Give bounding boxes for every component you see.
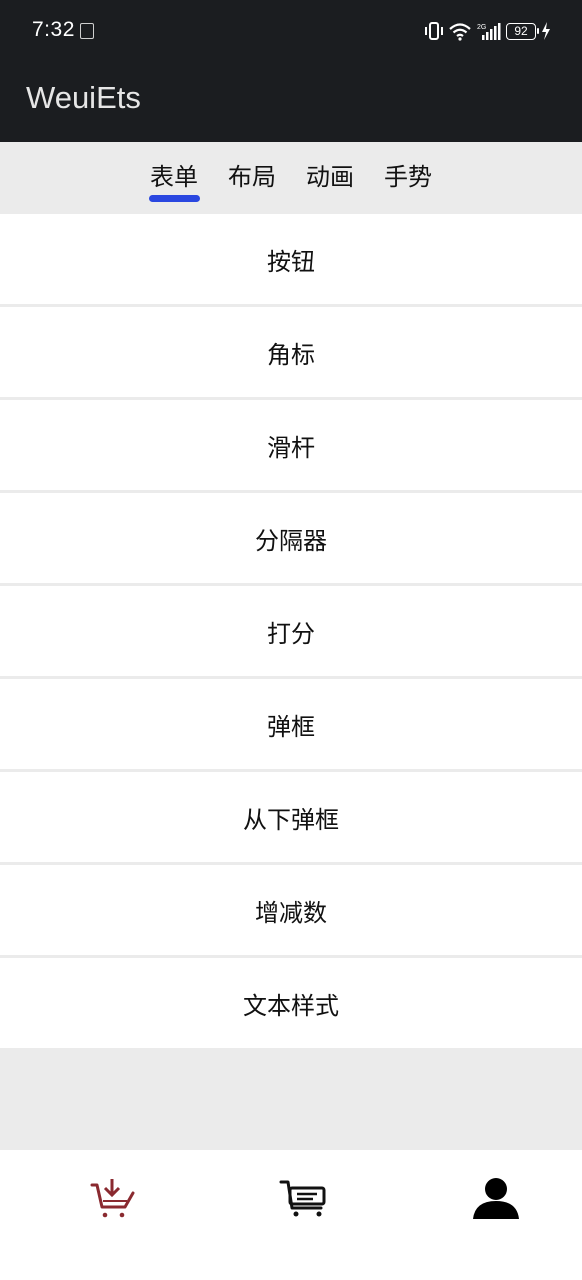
wifi-icon: [449, 23, 471, 41]
charging-icon: [542, 22, 550, 40]
status-bar: 7:32 2G 92: [0, 0, 582, 62]
menu-item-bottom-sheet[interactable]: 从下弹框: [0, 772, 582, 862]
app-bar: WeuiEts: [0, 62, 582, 142]
menu-item-button[interactable]: 按钮: [0, 214, 582, 304]
nav-home-button[interactable]: [86, 1172, 138, 1224]
basket-download-icon: [90, 1179, 135, 1218]
bottom-nav: [0, 1150, 582, 1280]
menu-item-stepper[interactable]: 增减数: [0, 865, 582, 955]
app-title: WeuiEts: [26, 80, 141, 115]
signal-icon: 2G: [477, 23, 501, 40]
status-icons: 2G 92: [424, 18, 552, 44]
tab-label: 表单: [150, 163, 198, 191]
tab-animation[interactable]: 动画: [305, 160, 356, 200]
tab-bar: 表单 布局 动画 手势: [0, 142, 582, 214]
menu-item-text-style[interactable]: 文本样式: [0, 958, 582, 1048]
nav-profile-button[interactable]: [470, 1172, 522, 1224]
vibrate-icon: [425, 22, 443, 40]
status-time: 7:32: [32, 18, 75, 41]
tab-label: 动画: [306, 163, 354, 191]
svg-text:2G: 2G: [477, 24, 486, 31]
tab-label: 布局: [228, 163, 276, 191]
tab-gesture[interactable]: 手势: [383, 160, 434, 200]
tab-layout[interactable]: 布局: [227, 160, 278, 200]
menu-item-rating[interactable]: 打分: [0, 586, 582, 676]
sim-icon: [80, 23, 94, 39]
menu-item-dialog[interactable]: 弹框: [0, 679, 582, 769]
battery-icon: 92: [506, 22, 539, 40]
nav-cart-button[interactable]: [278, 1172, 330, 1224]
menu-list: 按钮 角标 滑杆 分隔器 打分 弹框 从下弹框 增减数 文本样式: [0, 214, 582, 1048]
tab-label: 手势: [384, 163, 432, 191]
tab-form[interactable]: 表单: [148, 160, 200, 202]
user-icon: [473, 1178, 519, 1219]
tab-active-indicator: [148, 195, 200, 202]
menu-item-slider[interactable]: 滑杆: [0, 400, 582, 490]
menu-item-badge[interactable]: 角标: [0, 307, 582, 397]
cart-icon: [279, 1180, 326, 1217]
menu-item-divider[interactable]: 分隔器: [0, 493, 582, 583]
